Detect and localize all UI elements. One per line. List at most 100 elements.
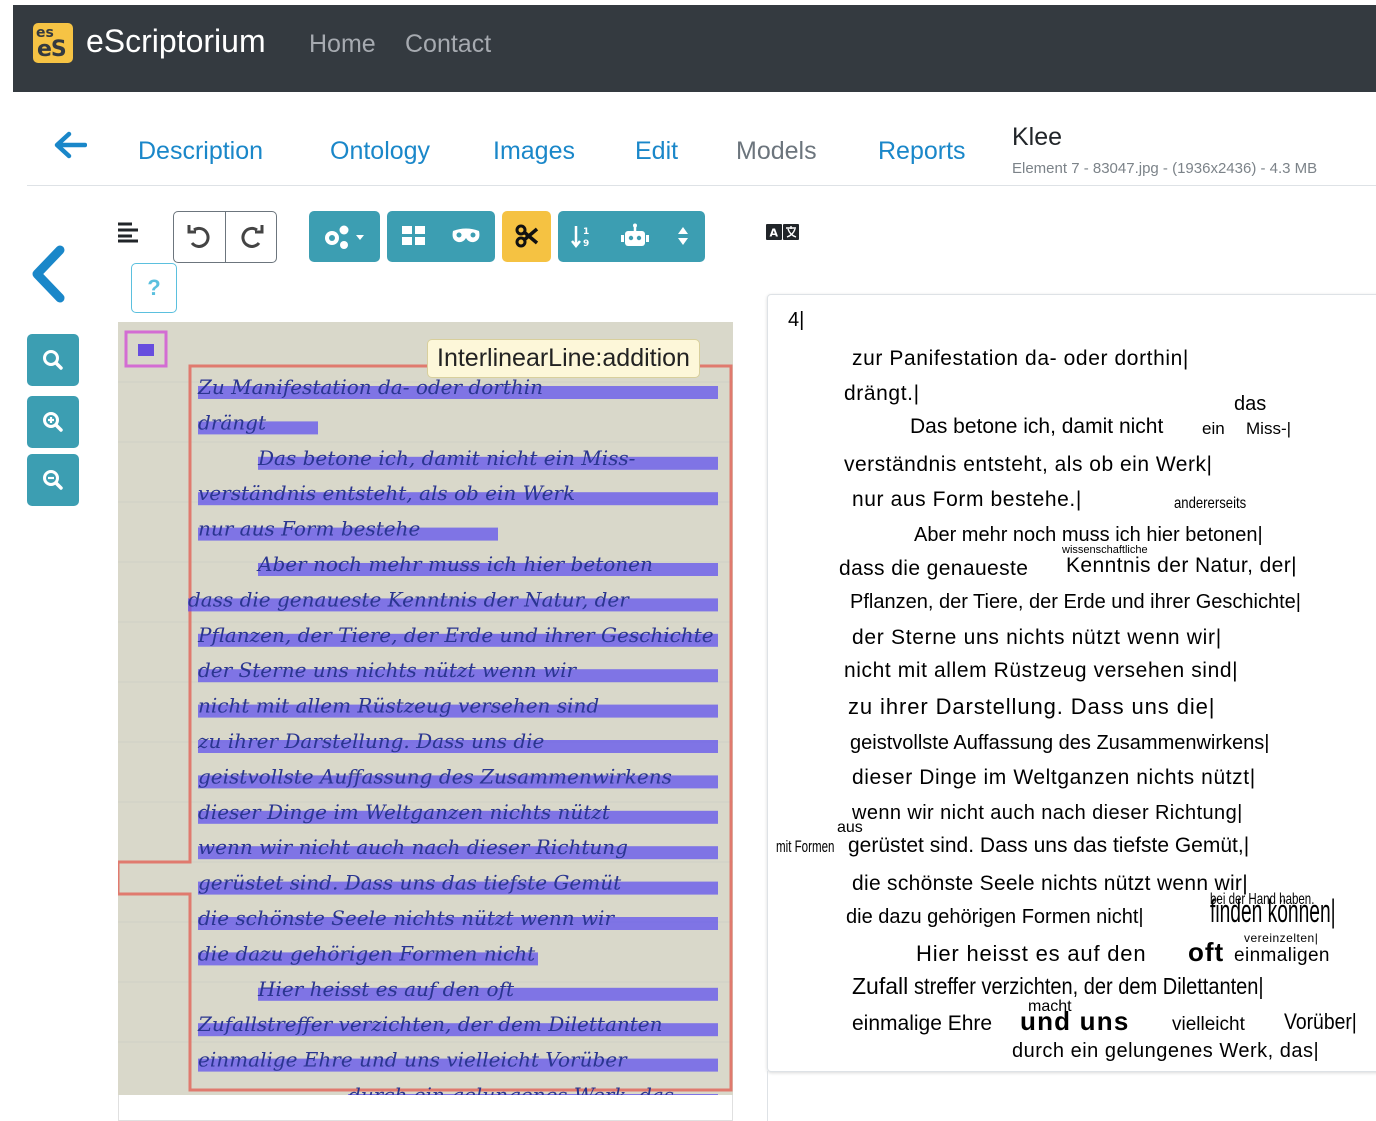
cogs-icon xyxy=(325,225,364,249)
brand-name[interactable]: eScriptorium xyxy=(86,23,266,60)
transcription-line[interactable]: Pflanzen, der Tiere, der Erde und ihrer … xyxy=(850,591,1301,614)
transcription-word[interactable]: einmaligen xyxy=(1234,945,1330,967)
transcription-line[interactable]: Kenntnis der Natur, der| xyxy=(1066,554,1297,578)
handwritten-line: einmalige Ehre und uns vielleicht Vorübe… xyxy=(198,1048,628,1072)
transcription-line[interactable]: dass die genaueste xyxy=(839,557,1028,581)
interlinear-addition[interactable]: das xyxy=(1234,393,1266,416)
manuscript-canvas[interactable]: Zu Manifestation da- oder dorthin drängt D… xyxy=(118,322,733,1095)
handwritten-line: durch ein gelungenes Werk, das xyxy=(348,1083,674,1095)
handwritten-line: nicht mit allem Rüstzeug versehen sind xyxy=(198,694,599,718)
tab-images[interactable]: Images xyxy=(493,137,575,166)
manuscript-image-panel[interactable]: Zu Manifestation da- oder dorthin drängt D… xyxy=(118,322,733,1095)
transcription-line[interactable]: Das betone ich, damit nicht xyxy=(910,415,1163,439)
undo-redo-group xyxy=(173,211,277,263)
handwritten-line: die dazu gehörigen Formen nicht xyxy=(198,941,536,965)
redo-button[interactable] xyxy=(226,212,277,262)
transcription-word[interactable]: Zufall xyxy=(852,973,908,1000)
previous-page-chevron-icon[interactable] xyxy=(28,245,68,308)
handwritten-line: geistvollste Auffassung des Zusammenwirk… xyxy=(198,764,672,788)
transcription-word[interactable]: Miss-| xyxy=(1246,419,1291,439)
settings-dropdown-button[interactable] xyxy=(309,211,380,262)
tab-description[interactable]: Description xyxy=(138,137,263,166)
transcription-line[interactable]: zu ihrer Darstellung. Dass uns die| xyxy=(848,694,1215,720)
transcription-tools-group: 19 xyxy=(558,211,705,262)
tab-models[interactable]: Models xyxy=(736,137,817,166)
panel-menu-icon[interactable] xyxy=(116,221,140,248)
transcription-line[interactable]: gerüstet sind. Dass uns das tiefste Gemü… xyxy=(848,834,1249,858)
transcription-word[interactable]: Vorüber| xyxy=(1284,1009,1357,1035)
transcription-word[interactable]: und uns xyxy=(1020,1006,1130,1037)
handwritten-line: drängt xyxy=(198,410,267,434)
document-tabs: Description Ontology Images Edit Models … xyxy=(27,110,1376,186)
transcription-line[interactable]: wenn wir nicht auch nach dieser Richtung… xyxy=(852,802,1243,825)
transcription-line[interactable]: die schönste Seele nichts nützt wenn wir… xyxy=(852,872,1248,896)
handwritten-line: Aber noch mehr muss ich hier betonen xyxy=(256,552,653,576)
handwritten-line: Hier heisst es auf den oft xyxy=(257,977,515,1001)
handwritten-line: zu ihrer Darstellung. Dass uns die xyxy=(197,729,544,753)
interlinear-addition[interactable]: bei der Hand haben. xyxy=(1210,891,1314,909)
handwritten-line: dass die genaueste Kenntnis der Natur, d… xyxy=(188,587,630,611)
handwritten-line: nur aus Form bestehe xyxy=(198,517,420,541)
transcription-panel-footer xyxy=(767,1071,1376,1121)
search-icon xyxy=(43,350,63,370)
tab-reports[interactable]: Reports xyxy=(878,137,966,166)
zoom-in-icon xyxy=(43,412,63,432)
svg-text:9: 9 xyxy=(583,239,589,249)
cut-tool-button[interactable] xyxy=(502,211,551,262)
transcription-line[interactable]: die dazu gehörigen Formen nicht| xyxy=(846,906,1144,929)
handwritten-line: gerüstet sind. Dass uns das tiefste Gemü… xyxy=(198,871,622,895)
transcription-line[interactable]: durch ein gelungenes Werk, das| xyxy=(1012,1040,1319,1063)
grid-layout-icon[interactable] xyxy=(401,225,427,247)
transcription-line[interactable]: nicht mit allem Rüstzeug versehen sind| xyxy=(844,659,1238,683)
back-arrow-icon[interactable] xyxy=(53,130,88,165)
zoom-reset-button[interactable] xyxy=(27,334,79,386)
transcription-line[interactable]: drängt.| xyxy=(844,382,920,406)
margin-addition[interactable]: mit Formen xyxy=(776,837,834,857)
sort-numeric-icon[interactable]: 19 xyxy=(570,223,596,249)
help-button[interactable]: ? xyxy=(131,263,177,313)
transcription-line[interactable]: geistvollste Auffassung des Zusammenwirk… xyxy=(850,732,1269,755)
zoom-out-button[interactable] xyxy=(27,454,79,506)
transcription-line[interactable]: einmalige Ehre xyxy=(852,1012,992,1036)
transcription-line[interactable]: Hier heisst es auf den xyxy=(916,941,1146,967)
redo-icon xyxy=(241,225,264,248)
handwritten-line: Zu Manifestation da- oder dorthin xyxy=(197,375,543,399)
undo-button[interactable] xyxy=(174,212,225,262)
language-translate-icon[interactable]: A xyxy=(766,224,800,245)
svg-text:A: A xyxy=(770,227,779,240)
logo-text-bottom: eS xyxy=(37,37,67,62)
transcription-panel[interactable]: 4| zur Panifestation da- oder dorthin| d… xyxy=(767,294,1376,1072)
handwritten-line: wenn wir nicht auch nach dieser Richtung xyxy=(198,835,628,859)
robot-icon[interactable] xyxy=(620,223,650,249)
handwritten-line: verständnis entsteht, als ob ein Werk xyxy=(198,481,575,505)
sort-icon[interactable] xyxy=(676,224,690,248)
handwritten-line: Zufallstreffer verzichten, der dem Dilet… xyxy=(197,1012,663,1036)
handwritten-line: die schönste Seele nichts nützt wenn wir xyxy=(198,906,615,930)
transcription-line[interactable]: verständnis entsteht, als ob ein Werk| xyxy=(844,453,1212,477)
transcription-line[interactable]: streffer verzichten, der dem Dilettanten… xyxy=(914,973,1264,1000)
transcription-line[interactable]: der Sterne uns nichts nützt wenn wir| xyxy=(852,626,1222,650)
scissors-icon xyxy=(515,224,539,248)
layout-mask-group xyxy=(387,211,495,262)
region-type-tooltip: InterlinearLine:addition xyxy=(427,339,700,378)
interlinear-addition[interactable]: andererseits xyxy=(1174,495,1246,513)
svg-text:1: 1 xyxy=(583,227,589,237)
transcription-word[interactable]: vielleicht xyxy=(1172,1014,1245,1036)
handwritten-line: Pflanzen, der Tiere, der Erde und ihrer … xyxy=(197,623,714,647)
brand-logo[interactable]: es eS xyxy=(33,23,73,63)
nav-home-link[interactable]: Home xyxy=(309,30,376,59)
transcription-word[interactable]: ein xyxy=(1202,419,1225,439)
handwritten-line: dieser Dinge im Weltganzen nichts nützt xyxy=(198,800,611,824)
image-panel-footer xyxy=(118,1095,733,1121)
zoom-in-button[interactable] xyxy=(27,396,79,448)
nav-contact-link[interactable]: Contact xyxy=(405,30,491,59)
tab-ontology[interactable]: Ontology xyxy=(330,137,430,166)
interlinear-addition[interactable]: vereinzelten| xyxy=(1244,931,1318,945)
transcription-line[interactable]: nur aus Form bestehe.| xyxy=(852,488,1082,512)
transcription-word[interactable]: oft xyxy=(1188,937,1224,968)
mask-icon[interactable] xyxy=(450,225,482,247)
transcription-line[interactable]: zur Panifestation da- oder dorthin| xyxy=(852,347,1189,371)
tab-edit[interactable]: Edit xyxy=(635,137,678,166)
page-marker: 4| xyxy=(788,309,805,331)
transcription-line[interactable]: dieser Dinge im Weltganzen nichts nützt| xyxy=(852,766,1256,790)
